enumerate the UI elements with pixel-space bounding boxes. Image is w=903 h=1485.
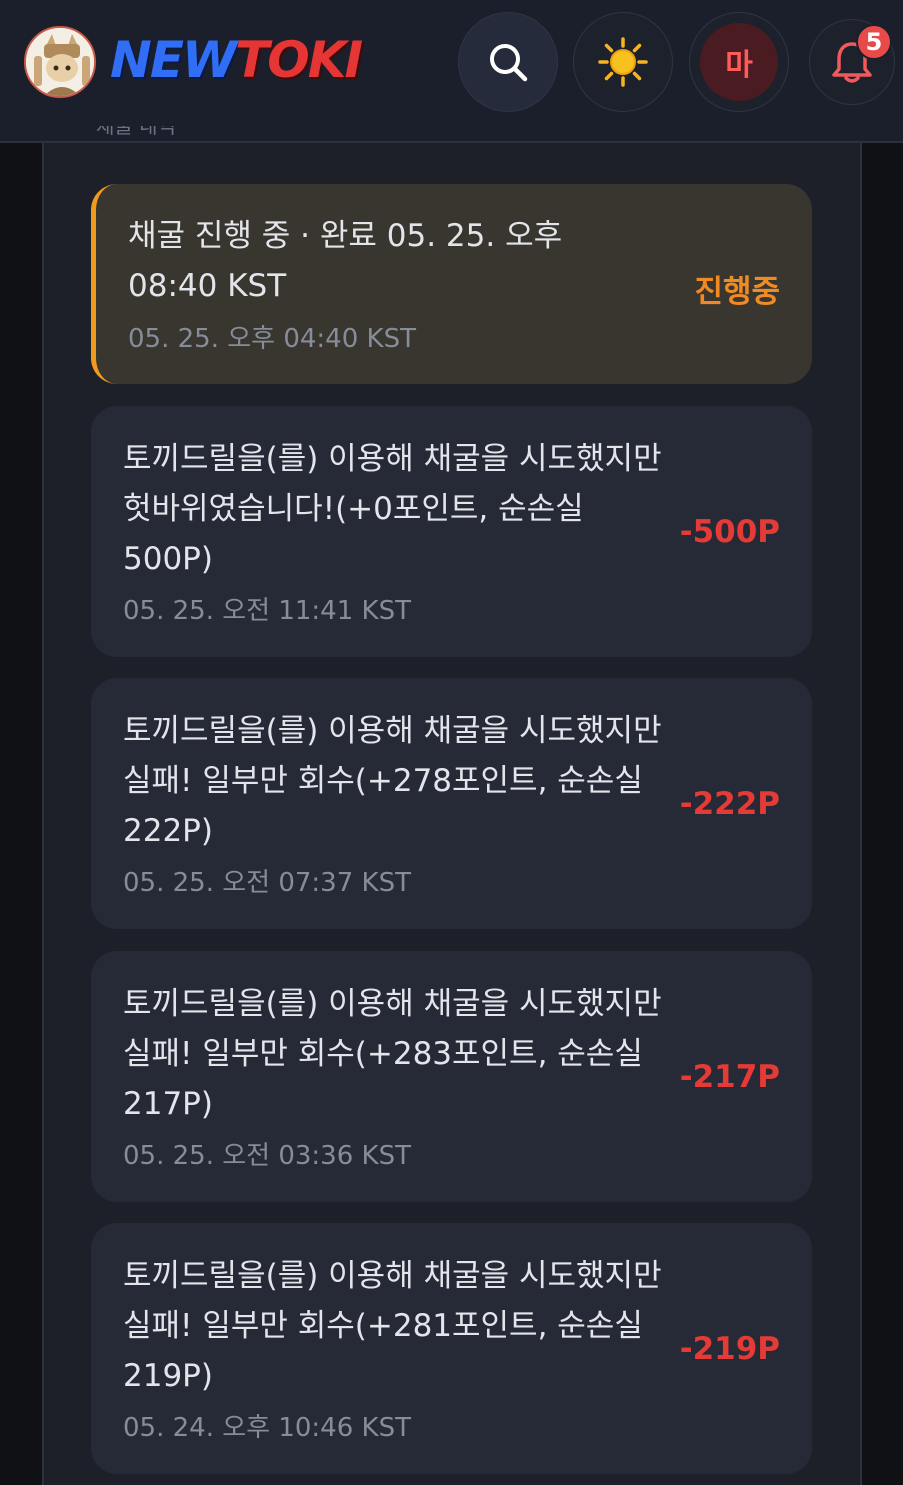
entry-amount: -222P xyxy=(679,786,780,822)
entry-status: 진행중 xyxy=(694,274,780,310)
entry-timestamp: 05. 25. 오후 04:40 KST xyxy=(128,324,416,354)
panel-title-cut: 채굴 내역 xyxy=(96,126,286,142)
entry-amount: -219P xyxy=(679,1331,780,1367)
entry-timestamp: 05. 24. 오후 10:46 KST xyxy=(123,1413,411,1443)
user-initial: 마 xyxy=(725,48,753,83)
theme-toggle-button[interactable] xyxy=(573,12,673,112)
mascot-icon xyxy=(26,28,94,96)
entry-message: 토끼드릴을(를) 이용해 채굴을 시도했지만 실패! 일부만 회수(+278포인… xyxy=(123,713,662,849)
history-entry: 토끼드릴을(를) 이용해 채굴을 시도했지만 실패! 일부만 회수(+281포인… xyxy=(91,1223,812,1474)
history-entry: 토끼드릴을(를) 이용해 채굴을 시도했지만 실패! 일부만 회수(+283포인… xyxy=(91,951,812,1202)
app-header: NEWTOKI 마 5 xyxy=(0,0,903,143)
entry-message: 토끼드릴을(를) 이용해 채굴을 시도했지만 실패! 일부만 회수(+281포인… xyxy=(123,1258,662,1394)
site-logo[interactable]: NEWTOKI xyxy=(110,30,363,90)
panel-title: 채굴 내역 xyxy=(96,126,176,138)
logo-toki: TOKI xyxy=(235,31,363,89)
entry-message: 토끼드릴을(를) 이용해 채굴을 시도했지만 실패! 일부만 회수(+283포인… xyxy=(123,986,662,1122)
sun-icon xyxy=(598,37,648,87)
entry-timestamp: 05. 25. 오전 03:36 KST xyxy=(123,1141,411,1171)
notification-count-badge: 5 xyxy=(856,24,892,60)
history-entry: 토끼드릴을(를) 이용해 채굴을 시도했지만 실패! 일부만 회수(+278포인… xyxy=(91,678,812,929)
history-entry: 토끼드릴을(를) 이용해 채굴을 시도했지만 헛바위였습니다!(+0포인트, 순… xyxy=(91,406,812,657)
entry-message: 토끼드릴을(를) 이용해 채굴을 시도했지만 헛바위였습니다!(+0포인트, 순… xyxy=(123,441,662,577)
entry-amount: -500P xyxy=(679,514,780,550)
search-button[interactable] xyxy=(458,12,558,112)
history-entry-in-progress: 채굴 진행 중 · 완료 05. 25. 오후 08:40 KST 05. 25… xyxy=(91,184,812,384)
search-icon xyxy=(490,44,528,82)
entry-timestamp: 05. 25. 오전 11:41 KST xyxy=(123,596,411,626)
entry-amount: -217P xyxy=(679,1059,780,1095)
logo-new: NEW xyxy=(110,31,237,89)
entry-message: 채굴 진행 중 · 완료 05. 25. 오후 08:40 KST xyxy=(128,218,563,304)
entry-timestamp: 05. 25. 오전 07:37 KST xyxy=(123,868,411,898)
user-avatar: 마 xyxy=(700,23,778,101)
user-menu-button[interactable]: 마 xyxy=(689,12,789,112)
page: NEWTOKI 마 5 채굴 내역 채굴 진행 중 · 완료 05. 25. 오… xyxy=(0,0,903,1485)
site-mascot-avatar[interactable] xyxy=(24,26,96,98)
